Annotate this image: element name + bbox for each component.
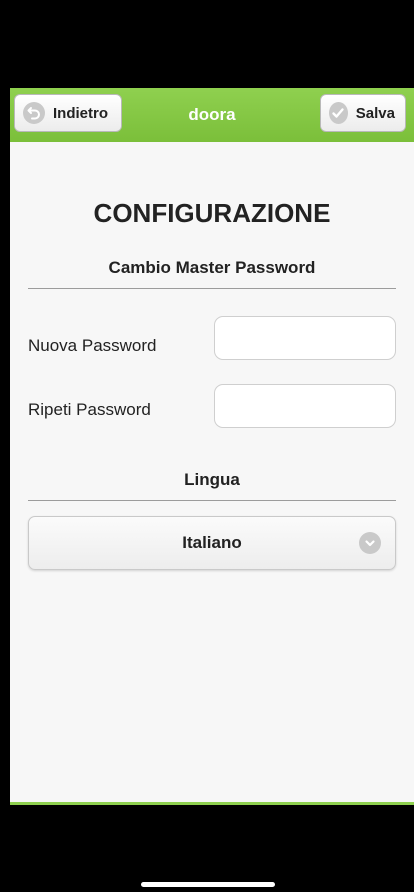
repeat-password-label: Ripeti Password bbox=[28, 400, 151, 419]
save-button[interactable]: Salva bbox=[320, 94, 406, 132]
status-bar-area bbox=[0, 0, 414, 88]
check-icon bbox=[329, 102, 348, 124]
new-password-input[interactable] bbox=[214, 316, 396, 360]
password-section-heading: Cambio Master Password bbox=[28, 258, 396, 289]
back-button[interactable]: Indietro bbox=[14, 94, 122, 132]
settings-content: CONFIGURAZIONE Cambio Master Password Nu… bbox=[10, 142, 414, 802]
header-bar: doora Indietro Salva bbox=[10, 88, 414, 142]
back-arrow-icon bbox=[23, 102, 45, 124]
language-select[interactable]: Italiano bbox=[28, 516, 396, 570]
chevron-down-icon bbox=[359, 532, 381, 554]
new-password-label: Nuova Password bbox=[28, 336, 157, 355]
save-button-label: Salva bbox=[355, 104, 395, 122]
page-title: CONFIGURAZIONE bbox=[93, 198, 331, 228]
language-selected-value: Italiano bbox=[182, 533, 242, 552]
home-indicator[interactable] bbox=[141, 882, 275, 887]
bottom-bar-area bbox=[0, 805, 414, 892]
repeat-password-input[interactable] bbox=[214, 384, 396, 428]
language-section-heading: Lingua bbox=[28, 470, 396, 501]
back-button-label: Indietro bbox=[53, 104, 108, 122]
